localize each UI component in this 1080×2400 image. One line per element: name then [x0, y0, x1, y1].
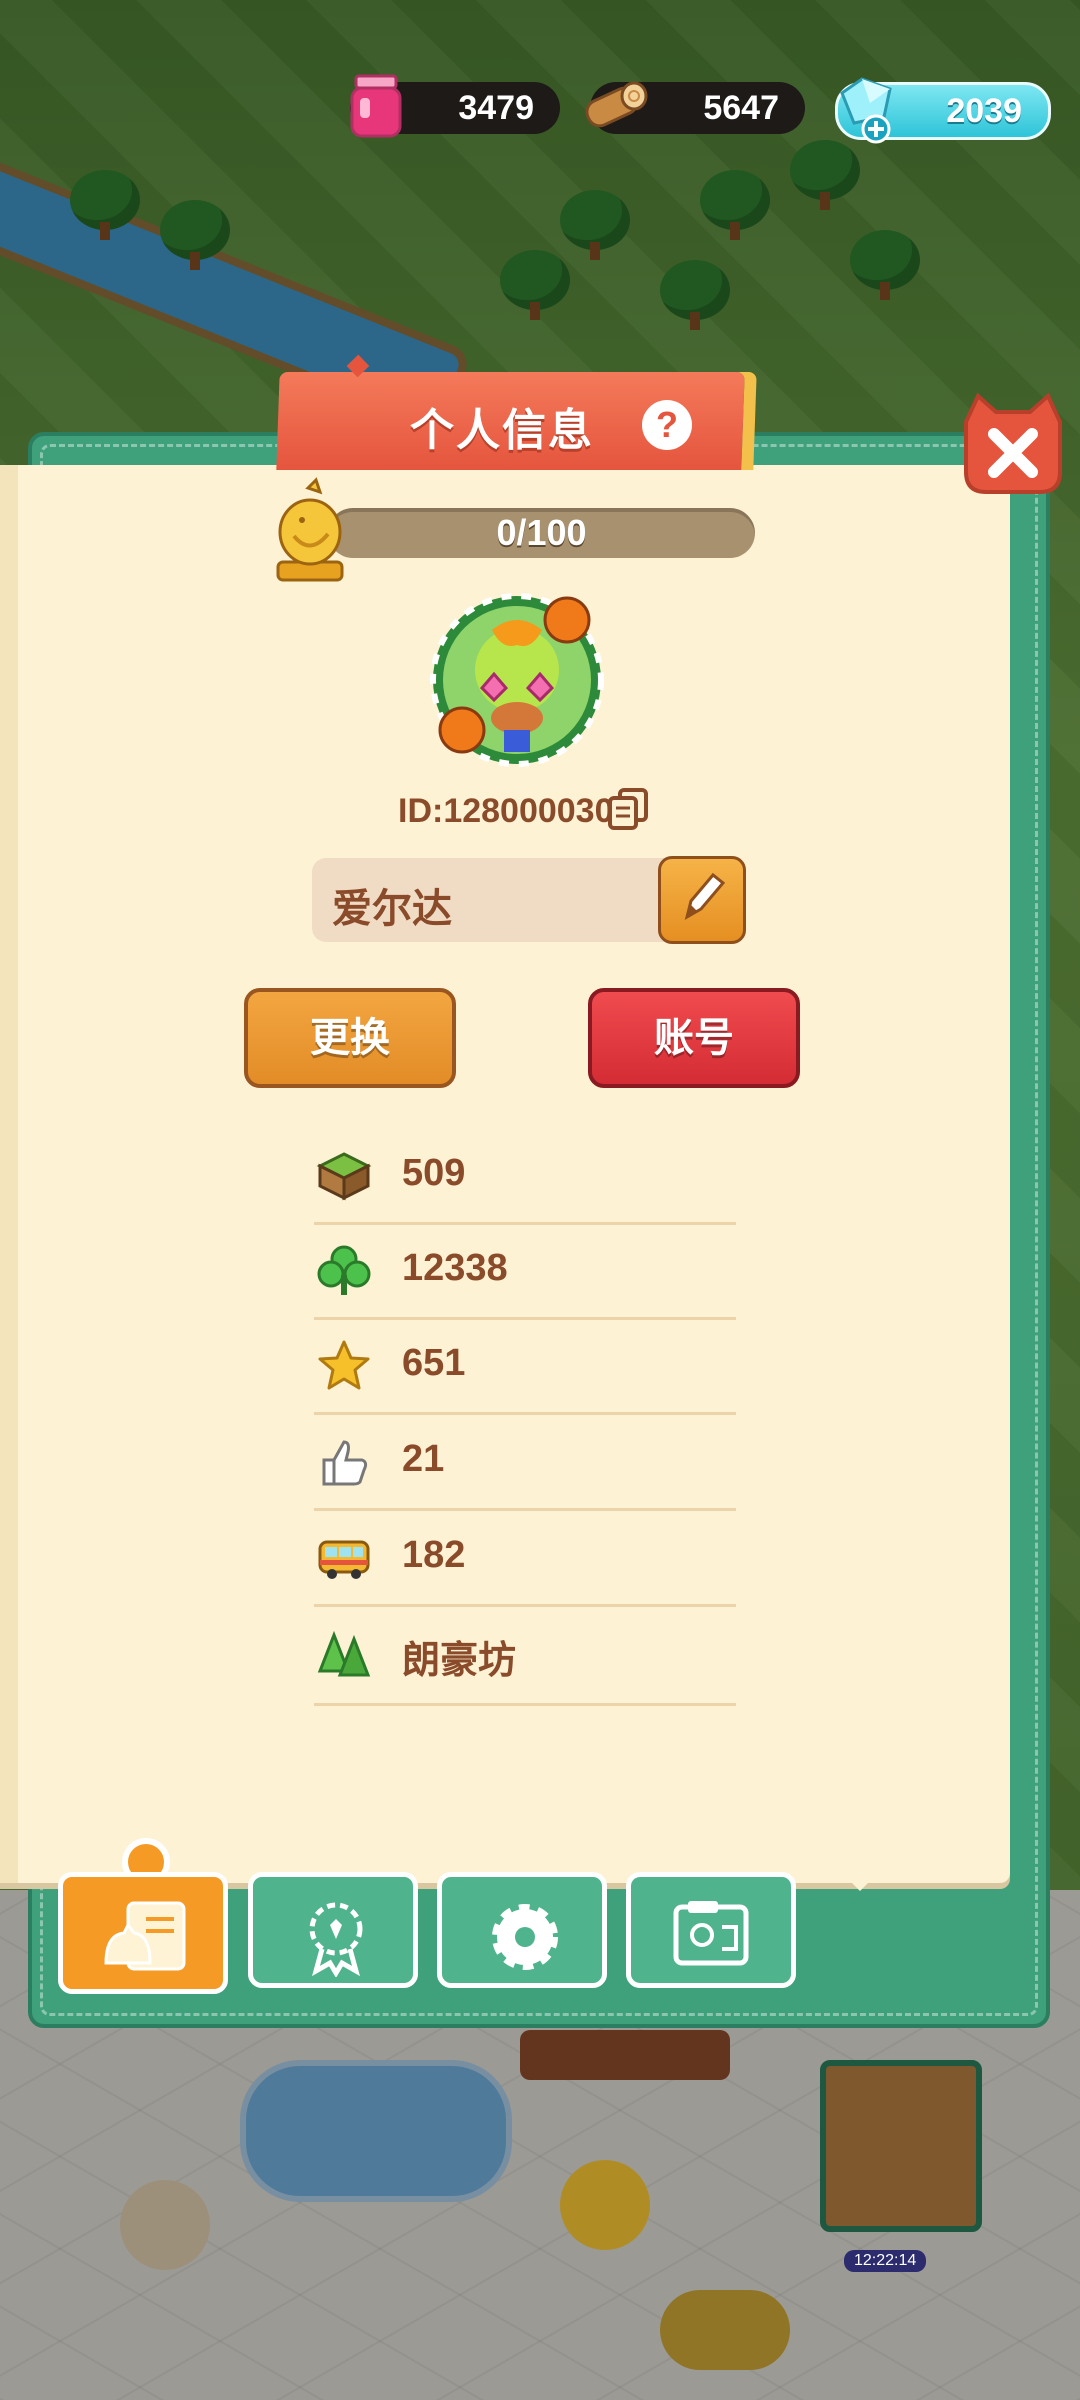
close-icon[interactable]	[958, 392, 1068, 502]
trees-icon	[317, 1630, 371, 1677]
jam-jar-icon	[350, 74, 402, 138]
level-progress-bar: 0/100	[328, 508, 755, 558]
chick-trophy-icon	[276, 477, 344, 582]
gem-counter[interactable]: 2039	[835, 77, 1051, 144]
stat-value: 182	[402, 1534, 466, 1576]
badge-icon	[309, 1902, 363, 1977]
stat-value: 12338	[402, 1247, 508, 1289]
land-tile-icon	[316, 1152, 372, 1201]
jam-value: 3479	[458, 88, 534, 127]
build-timer: 12:22:14	[844, 2250, 927, 2272]
stat-value: 朗豪坊	[402, 1638, 517, 1682]
stat-row-bus: 182	[314, 1508, 736, 1607]
gem-icon	[840, 77, 892, 144]
wood-value: 5647	[703, 88, 779, 127]
stat-row-star: 651	[314, 1316, 736, 1415]
profile-card-icon	[104, 1901, 186, 1971]
copy-icon[interactable]	[606, 786, 650, 830]
stat-row-district: 朗豪坊	[314, 1607, 736, 1706]
edit-name-button[interactable]	[658, 856, 746, 944]
panel-title: 个人信息	[410, 405, 594, 456]
star-icon	[318, 1340, 370, 1390]
player-name: 爱尔达	[332, 886, 452, 932]
progress-text: 0/100	[496, 512, 587, 553]
stat-row-land: 509	[314, 1126, 736, 1225]
gear-icon	[492, 1904, 558, 1970]
tab-profile[interactable]	[58, 1872, 228, 1994]
photo-album-icon	[673, 1901, 749, 1966]
stat-value: 509	[402, 1152, 466, 1194]
stat-value: 21	[402, 1438, 445, 1480]
change-avatar-button[interactable]: 更换	[244, 988, 456, 1088]
bus-icon	[318, 1540, 370, 1579]
player-id: ID:128000030	[398, 792, 614, 830]
stat-row-clover: 12338	[314, 1221, 736, 1320]
help-icon[interactable]: ?	[642, 400, 692, 450]
tab-badge[interactable]	[248, 1872, 418, 1988]
pencil-icon	[684, 872, 726, 921]
stat-value: 651	[402, 1342, 466, 1384]
wood-log-icon	[585, 81, 648, 128]
wood-counter[interactable]: 5647	[585, 81, 805, 134]
jam-counter[interactable]: 3479	[350, 74, 560, 138]
account-button[interactable]: 账号	[588, 988, 800, 1088]
thumbs-up-icon	[322, 1440, 368, 1486]
gem-value: 2039	[946, 91, 1022, 130]
clover-icon	[317, 1245, 371, 1295]
avatar[interactable]	[422, 590, 612, 770]
tab-album[interactable]	[626, 1872, 796, 1988]
tab-settings[interactable]	[437, 1872, 607, 1988]
stat-row-likes: 21	[314, 1412, 736, 1511]
